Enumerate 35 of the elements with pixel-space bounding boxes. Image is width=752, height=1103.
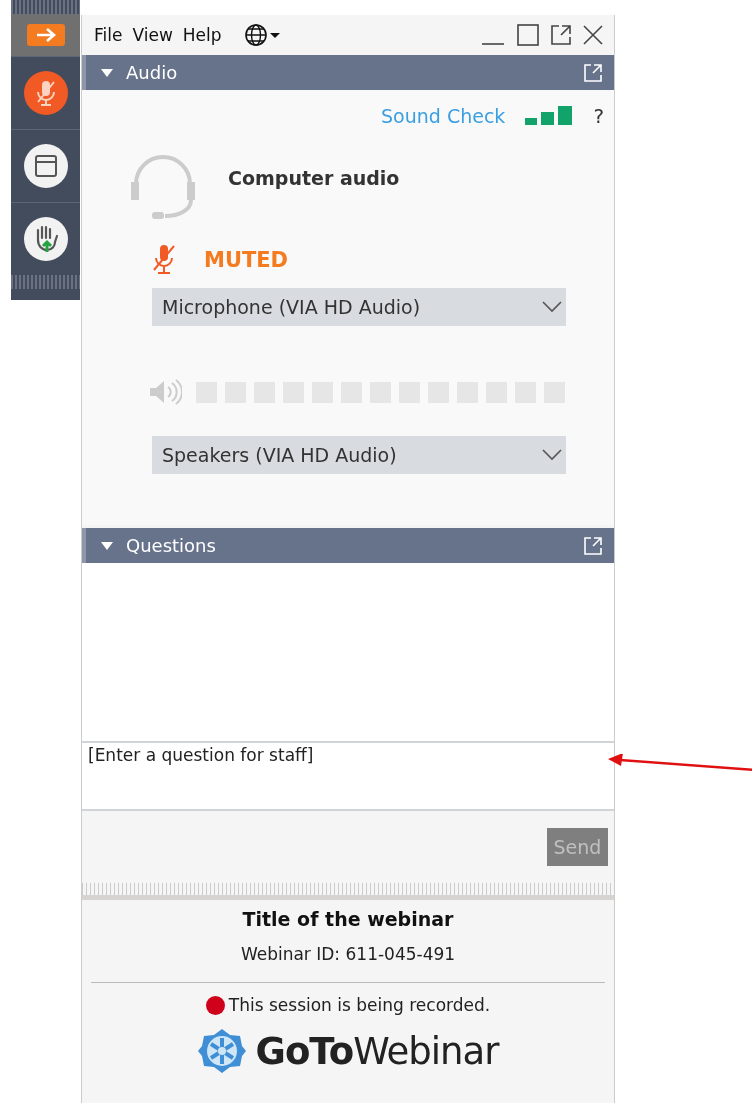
collapse-icon[interactable] xyxy=(100,67,114,78)
speaker-icon xyxy=(148,378,182,406)
question-input[interactable]: [Enter a question for staff] xyxy=(82,741,614,811)
grip-handle[interactable] xyxy=(11,0,80,14)
audio-source-label: Computer audio xyxy=(228,167,400,189)
window-icon xyxy=(22,143,69,189)
splitter-handle[interactable] xyxy=(82,883,614,900)
audio-header[interactable]: Audio xyxy=(82,55,614,90)
menu-item[interactable]: View xyxy=(132,25,173,45)
chevron-icon xyxy=(542,301,562,313)
webinar-id: Webinar ID: 611-045-491 xyxy=(240,944,456,964)
section-title: Audio xyxy=(126,62,179,83)
microphone-dropdown[interactable]: Microphone (VIA HD Audio) xyxy=(152,288,566,326)
grip-handle[interactable] xyxy=(11,275,80,289)
arrow-button[interactable] xyxy=(11,14,80,56)
popout-icon[interactable] xyxy=(550,24,572,46)
flower-logo-icon xyxy=(197,1027,246,1075)
muted-mic-icon xyxy=(22,70,69,116)
section-title: Questions xyxy=(126,535,217,556)
headset-icon xyxy=(128,154,198,220)
collapse-icon[interactable] xyxy=(100,540,114,551)
webinar-title: Title of the webinar xyxy=(242,908,454,930)
raised-hand-icon xyxy=(22,216,69,262)
chevron-icon xyxy=(542,449,562,461)
questions-header[interactable]: Questions xyxy=(82,528,614,563)
logo-wordmark: GoToWebinar xyxy=(255,1029,499,1073)
close-icon[interactable] xyxy=(582,24,604,46)
muted-label: MUTED xyxy=(204,248,289,272)
signal-bars-icon xyxy=(525,106,574,126)
help-link[interactable]: ? xyxy=(593,104,604,128)
recording-notice: This session is being recorded. xyxy=(228,995,491,1015)
menu-item[interactable]: Help xyxy=(182,25,222,45)
menu-item[interactable]: File xyxy=(94,25,123,45)
maximize-icon[interactable] xyxy=(516,24,540,46)
speakers-dropdown[interactable]: Speakers (VIA HD Audio) xyxy=(152,436,566,474)
